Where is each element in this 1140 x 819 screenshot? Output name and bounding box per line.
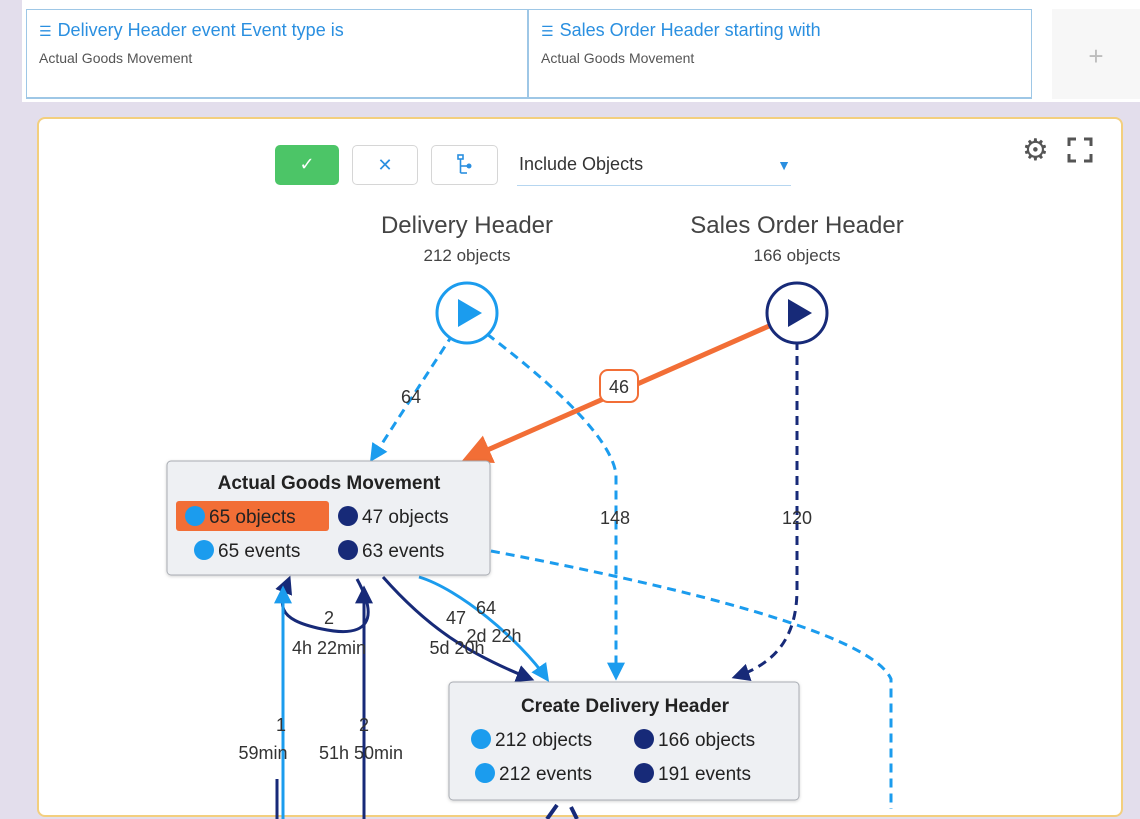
delivery-objects-count: 65 objects xyxy=(209,507,296,528)
edge-label-agm-to-cdh-delivery-time: 2d 22h xyxy=(466,626,521,646)
edge-label-sales-to-agm: 46 xyxy=(609,377,629,397)
filter-bar: ☰ Delivery Header event Event type is Act… xyxy=(22,0,1140,102)
activity-node-create-delivery-header[interactable]: Create Delivery Header 212 objects 166 o… xyxy=(448,681,800,801)
edge-label-delivery-to-agm: 64 xyxy=(401,387,421,407)
source-sales-count: 166 objects xyxy=(754,246,841,265)
edge-label-left-sales-time: 51h 50min xyxy=(319,743,403,763)
filter-title: ☰ Sales Order Header starting with xyxy=(541,20,821,40)
delivery-events-count: 65 events xyxy=(218,541,300,562)
edge-label-left-delivery-count: 1 xyxy=(276,715,286,735)
filter-value: Actual Goods Movement xyxy=(39,50,193,66)
filter-title: ☰ Delivery Header event Event type is xyxy=(39,20,344,40)
filter-icon: ☰ xyxy=(541,23,554,39)
filter-icon: ☰ xyxy=(39,23,52,39)
edge-label-agm-loop-time: 4h 22min xyxy=(292,638,366,658)
filter-chip-sales-order-starting[interactable]: ☰ Sales Order Header starting with Actual… xyxy=(528,9,1032,99)
edge-cdh-out-sales[interactable] xyxy=(545,803,559,819)
activity-node-actual-goods-movement[interactable]: Actual Goods Movement 65 objects 47 obje… xyxy=(166,460,491,576)
edge-label-sales-to-cdh: 120 xyxy=(782,508,812,528)
delivery-objects-count: 212 objects xyxy=(495,730,592,751)
add-filter-button[interactable]: + xyxy=(1052,9,1140,99)
sales-objects-count: 166 objects xyxy=(658,730,755,751)
source-sales-title: Sales Order Header xyxy=(690,212,903,239)
process-explorer-panel: ✓ ✕ Include Objects ▼ ⚙ Delivery Header … xyxy=(37,117,1123,819)
activity-title: Create Delivery Header xyxy=(521,696,730,717)
filter-value: Actual Goods Movement xyxy=(541,50,695,66)
source-delivery-title: Delivery Header xyxy=(381,212,553,239)
edge-label-agm-to-cdh-delivery-count: 64 xyxy=(476,598,496,618)
source-sales-order-header[interactable] xyxy=(765,281,829,345)
edge-label-delivery-to-cdh: 148 xyxy=(600,508,630,528)
edge-label-agm-loop-count: 2 xyxy=(324,608,334,628)
sales-objects-count: 47 objects xyxy=(362,507,449,528)
edge-label-agm-to-cdh-sales-count: 47 xyxy=(446,608,466,628)
filter-chip-delivery-event-type[interactable]: ☰ Delivery Header event Event type is Act… xyxy=(26,9,528,99)
sales-events-count: 191 events xyxy=(658,764,751,785)
edge-label-left-sales-count: 2 xyxy=(359,715,369,735)
source-delivery-header[interactable] xyxy=(435,281,499,345)
edge-label-sales-to-agm-badge: 46 xyxy=(599,369,639,403)
sales-events-count: 63 events xyxy=(362,541,444,562)
edge-cdh-out-delivery[interactable] xyxy=(569,806,579,819)
process-graph: Delivery Header 212 objects Sales Order … xyxy=(166,212,904,819)
edge-label-left-delivery-time: 59min xyxy=(238,743,287,763)
activity-title: Actual Goods Movement xyxy=(218,473,441,494)
source-delivery-count: 212 objects xyxy=(424,246,511,265)
delivery-events-count: 212 events xyxy=(499,764,592,785)
